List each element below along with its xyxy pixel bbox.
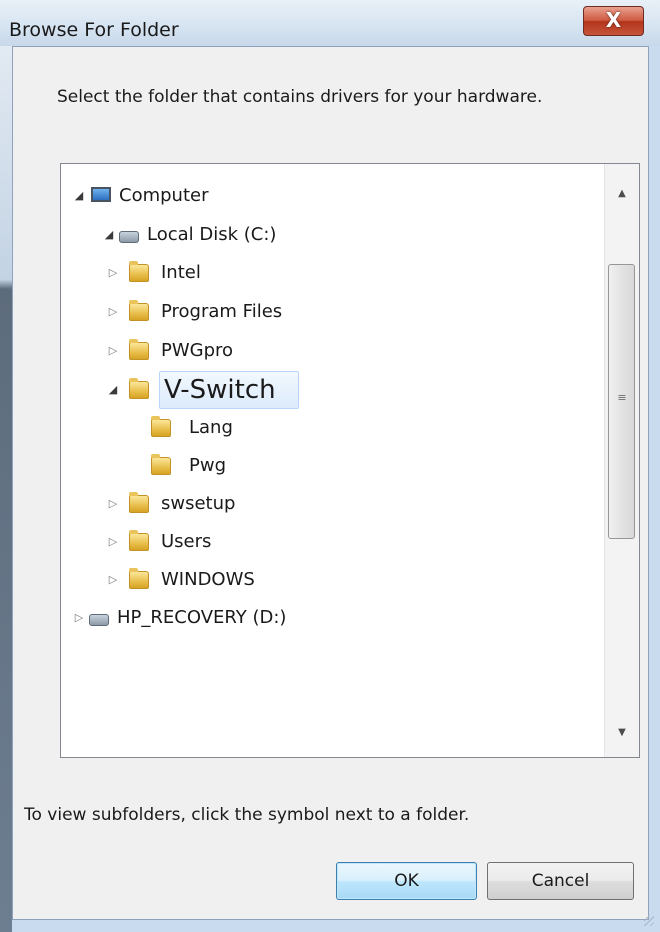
- tree-item-program-files[interactable]: ▷ Program Files: [107, 296, 587, 328]
- computer-icon: [91, 187, 111, 202]
- tree-item-hp-recovery[interactable]: ▷ HP_RECOVERY (D:): [73, 602, 593, 634]
- tree-item-pwg[interactable]: Pwg: [151, 450, 591, 482]
- tree-item-label: PWGpro: [161, 340, 234, 361]
- close-button[interactable]: X: [583, 6, 644, 36]
- hint-text: To view subfolders, click the symbol nex…: [24, 805, 470, 825]
- expand-toggle-expanded-icon[interactable]: ◢: [107, 374, 119, 406]
- expand-toggle-collapsed-icon[interactable]: ▷: [107, 335, 119, 367]
- expand-toggle-expanded-icon[interactable]: ◢: [103, 219, 115, 251]
- expand-toggle-collapsed-icon[interactable]: ▷: [73, 602, 85, 634]
- resize-grip-icon[interactable]: [644, 916, 654, 926]
- tree-item-windows[interactable]: ▷ WINDOWS: [107, 564, 587, 596]
- tree-item-label: WINDOWS: [161, 569, 255, 590]
- folder-icon: [129, 339, 149, 360]
- tree-item-label: swsetup: [161, 493, 236, 514]
- expand-toggle-collapsed-icon[interactable]: ▷: [107, 257, 119, 289]
- expand-toggle-expanded-icon[interactable]: ◢: [73, 180, 85, 212]
- tree-item-label: Local Disk (C:): [147, 224, 277, 245]
- tree-item-label: Program Files: [161, 301, 283, 322]
- tree-item-label: Lang: [189, 417, 233, 438]
- folder-icon: [129, 568, 149, 589]
- instruction-text: Select the folder that contains drivers …: [57, 87, 543, 107]
- local-disk-icon: [119, 231, 139, 243]
- expand-toggle-collapsed-icon[interactable]: ▷: [107, 526, 119, 558]
- folder-icon: [129, 300, 149, 321]
- drive-icon: [89, 614, 109, 626]
- tree-item-local-disk[interactable]: ◢ Local Disk (C:): [103, 219, 593, 251]
- tree-item-label: V-Switch: [159, 371, 299, 409]
- tree-item-label: Users: [161, 531, 212, 552]
- folder-icon: [151, 416, 171, 437]
- folder-tree[interactable]: ◢ Computer ◢ Local Disk (C:) ▷ Intel ▷ P…: [60, 163, 640, 758]
- close-icon: X: [605, 8, 622, 32]
- cancel-button[interactable]: Cancel: [487, 862, 634, 900]
- folder-icon: [129, 492, 149, 513]
- folder-icon: [129, 261, 149, 282]
- tree-item-label: Intel: [161, 262, 201, 283]
- scroll-down-arrow-icon[interactable]: ▼: [605, 717, 639, 749]
- tree-item-users[interactable]: ▷ Users: [107, 526, 587, 558]
- title-bar[interactable]: Browse For Folder X: [0, 0, 660, 46]
- ok-button[interactable]: OK: [336, 862, 477, 900]
- tree-item-computer[interactable]: ◢ Computer: [73, 180, 593, 212]
- folder-icon: [129, 378, 149, 399]
- tree-item-label: HP_RECOVERY (D:): [117, 607, 287, 628]
- scroll-up-arrow-icon[interactable]: ▲: [605, 178, 639, 210]
- folder-icon: [151, 454, 171, 475]
- tree-item-label: Pwg: [189, 455, 227, 476]
- tree-item-lang[interactable]: Lang: [151, 412, 591, 444]
- browse-for-folder-dialog: Browse For Folder X Select the folder th…: [0, 0, 660, 932]
- tree-item-swsetup[interactable]: ▷ swsetup: [107, 488, 587, 520]
- scrollbar-thumb[interactable]: ≡: [608, 264, 635, 539]
- background-edge: [0, 0, 12, 932]
- grip-icon: ≡: [617, 391, 627, 404]
- tree-item-intel[interactable]: ▷ Intel: [107, 257, 587, 289]
- expand-toggle-collapsed-icon[interactable]: ▷: [107, 296, 119, 328]
- expand-toggle-collapsed-icon[interactable]: ▷: [107, 564, 119, 596]
- expand-toggle-collapsed-icon[interactable]: ▷: [107, 488, 119, 520]
- folder-icon: [129, 530, 149, 551]
- tree-item-pwgpro[interactable]: ▷ PWGpro: [107, 335, 587, 367]
- tree-item-v-switch[interactable]: ◢ V-Switch: [107, 371, 587, 409]
- vertical-scrollbar[interactable]: ▲ ≡ ▼: [604, 164, 639, 757]
- window-title: Browse For Folder: [9, 19, 179, 41]
- tree-item-label: Computer: [119, 185, 209, 206]
